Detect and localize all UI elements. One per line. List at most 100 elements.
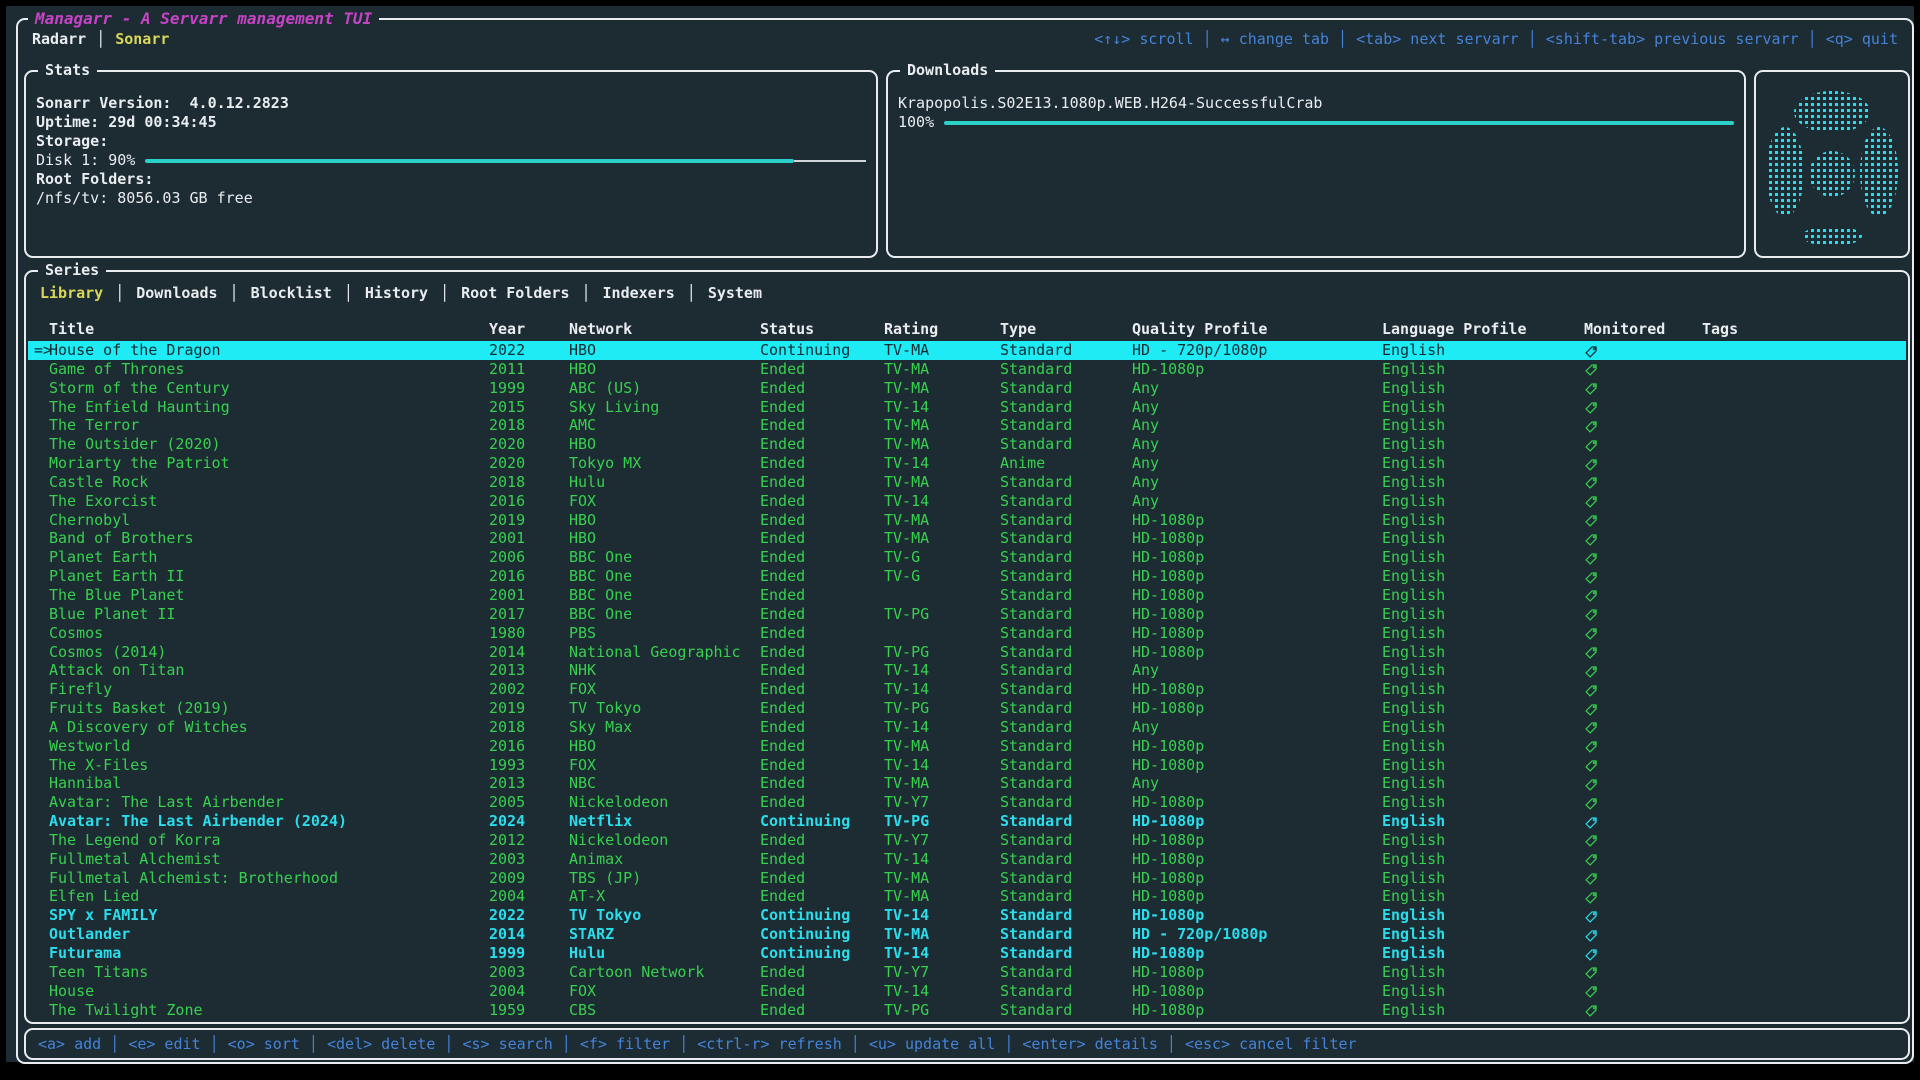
cell-type: Standard [1000, 756, 1072, 775]
cell-status: Ended [760, 492, 805, 511]
monitored-tag-icon [1584, 665, 1598, 679]
cell-language_profile: English [1382, 887, 1445, 906]
cell-year: 1999 [489, 379, 525, 398]
cell-language_profile: English [1382, 605, 1445, 624]
cell-status: Ended [760, 680, 805, 699]
cell-year: 2003 [489, 963, 525, 982]
table-row[interactable]: Cosmos (2014)2014National GeographicEnde… [28, 643, 1906, 662]
cell-year: 2002 [489, 680, 525, 699]
cell-type: Standard [1000, 944, 1072, 963]
cell-title: The Twilight Zone [49, 1001, 203, 1020]
table-row[interactable]: Game of Thrones2011HBOEndedTV-MAStandard… [28, 360, 1906, 379]
cell-language_profile: English [1382, 548, 1445, 567]
cell-monitored [1584, 718, 1598, 737]
table-row[interactable]: Cosmos1980PBSEndedStandardHD-1080pEnglis… [28, 624, 1906, 643]
series-tab-library[interactable]: Library [40, 284, 103, 302]
table-row[interactable]: Elfen Lied2004AT-XEndedTV-MAStandardHD-1… [28, 887, 1906, 906]
cell-status: Ended [760, 1001, 805, 1020]
cell-type: Standard [1000, 586, 1072, 605]
cell-language_profile: English [1382, 454, 1445, 473]
table-row[interactable]: Storm of the Century1999ABC (US)EndedTV-… [28, 379, 1906, 398]
cell-monitored [1584, 850, 1598, 869]
keybind-separator: │ [1329, 30, 1356, 48]
keybind-hint: <del> delete [327, 1035, 435, 1053]
cell-monitored [1584, 756, 1598, 775]
table-row[interactable]: The Outsider (2020)2020HBOEndedTV-MAStan… [28, 435, 1906, 454]
monitored-tag-icon [1584, 571, 1598, 585]
table-row[interactable]: Firefly2002FOXEndedTV-14StandardHD-1080p… [28, 680, 1906, 699]
table-row[interactable]: Band of Brothers2001HBOEndedTV-MAStandar… [28, 529, 1906, 548]
table-row[interactable]: The X-Files1993FOXEndedTV-14StandardHD-1… [28, 756, 1906, 775]
cell-language_profile: English [1382, 906, 1445, 925]
table-row[interactable]: Outlander2014STARZContinuingTV-MAStandar… [28, 925, 1906, 944]
cell-status: Ended [760, 379, 805, 398]
series-tab-history[interactable]: History [365, 284, 428, 302]
table-row[interactable]: The Terror2018AMCEndedTV-MAStandardAnyEn… [28, 416, 1906, 435]
table-row[interactable]: A Discovery of Witches2018Sky MaxEndedTV… [28, 718, 1906, 737]
table-row[interactable]: The Enfield Haunting2015Sky LivingEndedT… [28, 398, 1906, 417]
tab-sonarr[interactable]: Sonarr [115, 30, 169, 48]
table-row[interactable]: Westworld2016HBOEndedTV-MAStandardHD-108… [28, 737, 1906, 756]
cell-quality_profile: HD-1080p [1132, 529, 1204, 548]
table-row[interactable]: Moriarty the Patriot2020Tokyo MXEndedTV-… [28, 454, 1906, 473]
cell-title: Teen Titans [49, 963, 148, 982]
table-row[interactable]: Avatar: The Last Airbender (2024)2024Net… [28, 812, 1906, 831]
table-row[interactable]: The Twilight Zone1959CBSEndedTV-PGStanda… [28, 1001, 1906, 1020]
table-row[interactable]: SPY x FAMILY2022TV TokyoContinuingTV-14S… [28, 906, 1906, 925]
cell-year: 2001 [489, 529, 525, 548]
cell-rating: TV-14 [884, 680, 929, 699]
table-row[interactable]: House2004FOXEndedTV-14StandardHD-1080pEn… [28, 982, 1906, 1001]
series-tab-root-folders[interactable]: Root Folders [461, 284, 569, 302]
table-row[interactable]: The Blue Planet2001BBC OneEndedStandardH… [28, 586, 1906, 605]
table-row[interactable]: Avatar: The Last Airbender2005Nickelodeo… [28, 793, 1906, 812]
series-tab-downloads[interactable]: Downloads [136, 284, 217, 302]
monitored-tag-icon [1584, 458, 1598, 472]
series-tab-system[interactable]: System [708, 284, 762, 302]
keybind-hint: <shift-tab> previous servarr [1546, 30, 1799, 48]
cell-type: Standard [1000, 718, 1072, 737]
series-tab-blocklist[interactable]: Blocklist [251, 284, 332, 302]
keybind-hint: <f> filter [580, 1035, 670, 1053]
table-row[interactable]: Futurama1999HuluContinuingTV-14StandardH… [28, 944, 1906, 963]
table-row[interactable]: Chernobyl2019HBOEndedTV-MAStandardHD-108… [28, 511, 1906, 530]
series-tab-indexers[interactable]: Indexers [603, 284, 675, 302]
table-row[interactable]: Castle Rock2018HuluEndedTV-MAStandardAny… [28, 473, 1906, 492]
table-row[interactable]: Planet Earth II2016BBC OneEndedTV-GStand… [28, 567, 1906, 586]
table-row[interactable]: The Exorcist2016FOXEndedTV-14StandardAny… [28, 492, 1906, 511]
table-row[interactable]: Blue Planet II2017BBC OneEndedTV-PGStand… [28, 605, 1906, 624]
cell-monitored [1584, 774, 1598, 793]
cell-type: Standard [1000, 774, 1072, 793]
monitored-tag-icon [1584, 533, 1598, 547]
cell-monitored [1584, 605, 1598, 624]
table-row[interactable]: Teen Titans2003Cartoon NetworkEndedTV-Y7… [28, 963, 1906, 982]
table-row[interactable]: Fullmetal Alchemist2003AnimaxEndedTV-14S… [28, 850, 1906, 869]
cell-status: Ended [760, 661, 805, 680]
cell-type: Standard [1000, 925, 1072, 944]
table-row[interactable]: The Legend of Korra2012NickelodeonEndedT… [28, 831, 1906, 850]
cell-title: Chernobyl [49, 511, 130, 530]
cell-status: Ended [760, 529, 805, 548]
cell-status: Ended [760, 586, 805, 605]
table-row[interactable]: Fullmetal Alchemist: Brotherhood2009TBS … [28, 869, 1906, 888]
app-title: Managarr - A Servarr management TUI [28, 9, 379, 28]
cell-year: 2003 [489, 850, 525, 869]
cell-status: Ended [760, 360, 805, 379]
cell-rating: TV-14 [884, 756, 929, 775]
table-row[interactable]: Attack on Titan2013NHKEndedTV-14Standard… [28, 661, 1906, 680]
cell-year: 2019 [489, 511, 525, 530]
table-row[interactable]: =>House of the Dragon2022HBOContinuingTV… [28, 341, 1906, 360]
cell-quality_profile: HD-1080p [1132, 812, 1204, 831]
table-row[interactable]: Planet Earth2006BBC OneEndedTV-GStandard… [28, 548, 1906, 567]
table-row[interactable]: Hannibal2013NBCEndedTV-MAStandardAnyEngl… [28, 774, 1906, 793]
table-header-row: TitleYearNetworkStatusRatingTypeQuality … [28, 320, 1906, 339]
keybind-hint: <e> edit [128, 1035, 200, 1053]
column-header-language_profile: Language Profile [1382, 320, 1527, 338]
cell-language_profile: English [1382, 831, 1445, 850]
table-row[interactable]: Fruits Basket (2019)2019TV TokyoEndedTV-… [28, 699, 1906, 718]
cell-title: A Discovery of Witches [49, 718, 248, 737]
cell-year: 2017 [489, 605, 525, 624]
keybind-hint: <tab> next servarr [1356, 30, 1519, 48]
tab-radarr[interactable]: Radarr [32, 30, 86, 48]
cell-status: Ended [760, 624, 805, 643]
cell-type: Standard [1000, 473, 1072, 492]
